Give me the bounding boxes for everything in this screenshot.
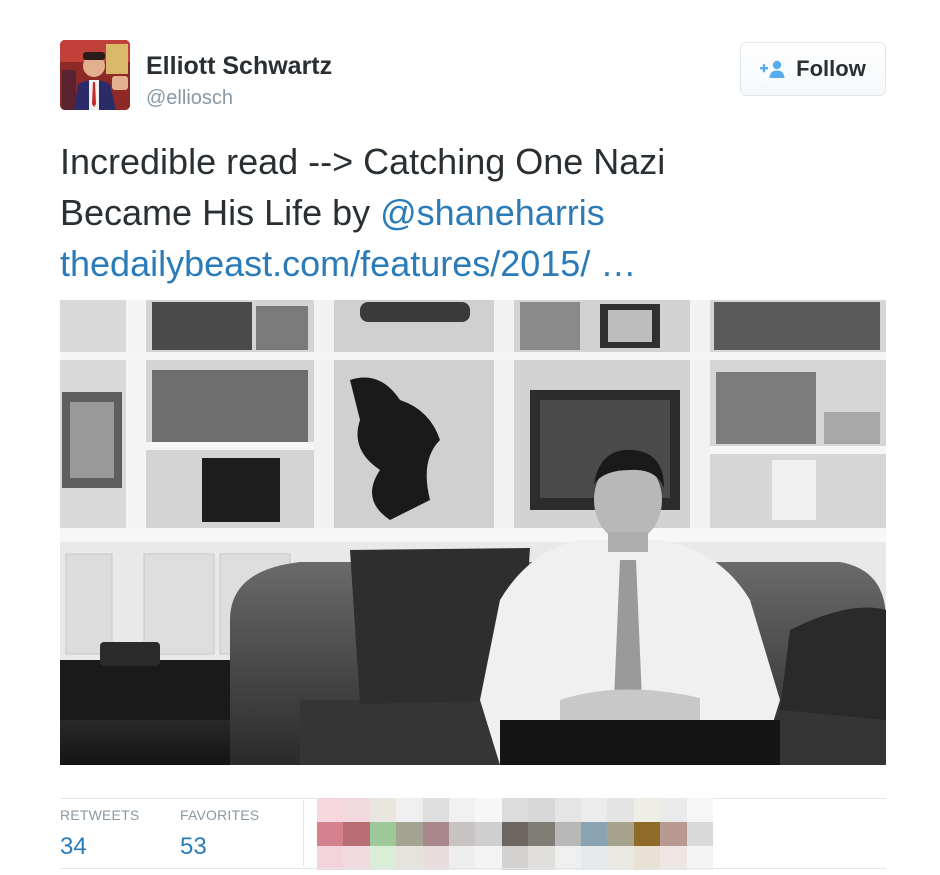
retweets-stat[interactable]: RETWEETS 34 <box>60 806 139 862</box>
favoriter-avatar-cell <box>501 798 529 822</box>
favoriter-avatar-cell <box>660 798 687 822</box>
favoriter-avatar-cell <box>580 822 608 846</box>
user-avatar[interactable] <box>60 40 130 110</box>
tweet-card: Elliott Schwartz @elliosch Follow Incred… <box>0 0 940 875</box>
favoriter-avatar-cell <box>448 798 476 822</box>
tweet-text: Incredible read --> Catching One Nazi Be… <box>60 136 880 289</box>
retweets-label: RETWEETS <box>60 807 140 823</box>
stats-separator <box>303 800 304 866</box>
favoriter-avatar-cell <box>607 822 634 846</box>
favoriter-avatar-cell <box>396 822 423 846</box>
favoriter-avatar-cell <box>317 846 344 870</box>
favoriter-avatar-cell <box>528 798 555 822</box>
favoriter-avatar-cell <box>580 846 608 870</box>
stats-divider-bottom <box>60 868 886 869</box>
avatar-photo <box>60 40 130 110</box>
favoriter-avatar-cell <box>686 846 713 870</box>
article-url-link[interactable]: thedailybeast.com/features/2015/ … <box>60 243 636 284</box>
favoriter-avatar-cell <box>660 822 687 846</box>
favoriter-avatar-cell <box>554 846 581 870</box>
favoriter-avatar-cell <box>607 798 634 822</box>
favoriter-avatar-cell <box>475 846 502 870</box>
retweets-count: 34 <box>60 833 87 860</box>
mention-link[interactable]: @shaneharris <box>380 192 605 233</box>
favoriter-avatar-cell <box>317 822 344 846</box>
favoriter-avatar-cell <box>528 822 555 846</box>
favoriter-avatar-cell <box>554 798 581 822</box>
favoriter-avatar-cell <box>475 798 502 822</box>
favoriter-avatar-cell <box>528 846 555 870</box>
tweet-text-line-1: Incredible read --> Catching One Nazi <box>60 141 666 182</box>
office-portrait-photo <box>60 300 886 765</box>
tweet-text-line-3: thedailybeast.com/features/2015/ … <box>60 238 880 289</box>
favoriter-avatar-cell <box>422 846 449 870</box>
favoriter-avatar-cell <box>343 846 370 870</box>
favoriter-avatar-cell <box>501 822 529 846</box>
tweet-text-prefix: Became His Life by <box>60 192 381 233</box>
follow-button-label: Follow <box>796 56 866 81</box>
tweet-media-photo[interactable] <box>60 300 886 765</box>
favoriter-avatar-cell <box>580 798 608 822</box>
favoriter-avatar-cell <box>422 822 449 846</box>
favoriter-avatar-cell <box>448 822 476 846</box>
favoriter-avatar-cell <box>501 846 529 870</box>
user-display-name[interactable]: Elliott Schwartz <box>146 52 332 80</box>
favoriter-avatar-cell <box>369 822 397 846</box>
favoriter-avatar-cell <box>422 798 449 822</box>
favoriter-avatar-cell <box>554 822 581 846</box>
favoriter-avatar-cell <box>396 798 423 822</box>
favorites-label: FAVORITES <box>180 807 260 823</box>
favoriter-avatar-cell <box>633 822 661 846</box>
favorites-count: 53 <box>180 833 207 860</box>
favoriter-avatar-cell <box>343 822 370 846</box>
favorites-stat[interactable]: FAVORITES 53 <box>180 806 259 862</box>
favoriter-avatar-cell <box>475 822 502 846</box>
favoriter-avatar-cell <box>448 846 476 870</box>
add-user-icon <box>760 60 786 78</box>
favoriter-avatar-cell <box>369 846 397 870</box>
favoriter-avatar-cell <box>686 798 713 822</box>
user-handle[interactable]: @elliosch <box>146 86 233 110</box>
favoriters-avatar-grid[interactable] <box>317 798 713 870</box>
favoriter-avatar-cell <box>369 798 397 822</box>
favoriter-avatar-cell <box>317 798 344 822</box>
favoriter-avatar-cell <box>396 846 423 870</box>
favoriter-avatar-cell <box>660 846 687 870</box>
favoriter-avatar-cell <box>633 846 661 870</box>
favoriter-avatar-cell <box>633 798 661 822</box>
favoriter-avatar-cell <box>686 822 713 846</box>
tweet-text-line-2: Became His Life by @shaneharris <box>60 187 880 238</box>
follow-button[interactable]: Follow <box>740 42 886 96</box>
favoriter-avatar-cell <box>607 846 634 870</box>
favoriter-avatar-cell <box>343 798 370 822</box>
